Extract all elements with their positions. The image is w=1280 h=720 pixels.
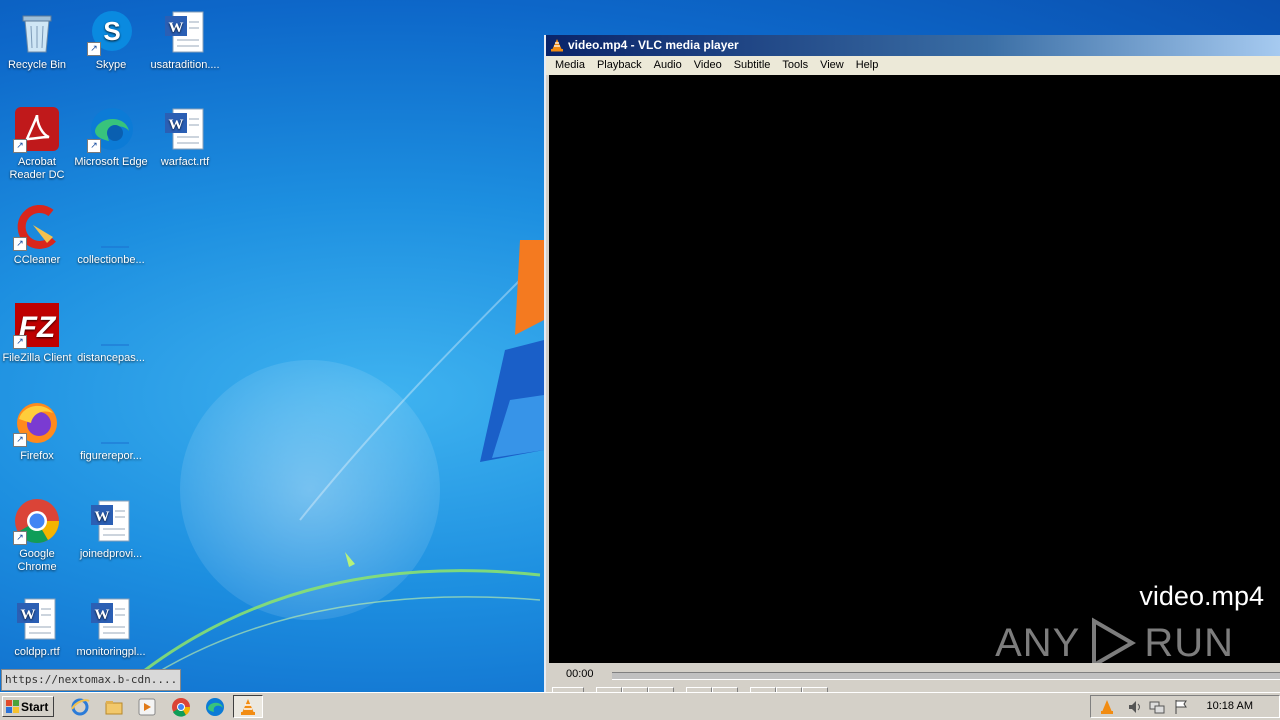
desktop-icon-label: collectionbe... xyxy=(77,254,145,266)
desktop-icon-edge[interactable]: ↗ Microsoft Edge xyxy=(74,105,148,169)
chrome-icon[interactable] xyxy=(171,697,191,717)
menu-view[interactable]: View xyxy=(814,56,850,75)
taskbar: Start 10:18 AM xyxy=(0,692,1280,720)
shortcut-arrow-icon: ↗ xyxy=(87,139,101,153)
windows-logo-icon xyxy=(6,700,19,713)
menu-audio[interactable]: Audio xyxy=(648,56,688,75)
chrome-icon: ↗ xyxy=(13,497,61,545)
start-label: Start xyxy=(21,700,49,714)
url-tooltip: https://nextomax.b-cdn.... xyxy=(1,669,182,691)
desktop-icon-label: Google Chrome xyxy=(17,548,57,573)
svg-text:W: W xyxy=(95,509,110,525)
desktop-icon-label: Acrobat Reader DC xyxy=(9,156,65,181)
taskbar-vlc-button[interactable] xyxy=(233,695,263,718)
desktop-icon-collectionbe[interactable]: collectionbe... xyxy=(74,203,148,267)
desktop-icon-ccleaner[interactable]: ↗ CCleaner xyxy=(0,203,74,267)
desktop-icon-label: Recycle Bin xyxy=(7,59,67,71)
shortcut-arrow-icon: ↗ xyxy=(87,42,101,56)
firefox-icon: ↗ xyxy=(13,399,61,447)
svg-text:W: W xyxy=(169,20,184,36)
shortcut-arrow-icon: ↗ xyxy=(13,335,27,349)
desktop-icon-label: usatradition.... xyxy=(150,59,220,71)
watermark-text-left: ANY xyxy=(995,620,1081,665)
desktop-icon-label: coldpp.rtf xyxy=(14,646,60,658)
start-button[interactable]: Start xyxy=(2,696,54,717)
desktop-icon-label: joinedprovi... xyxy=(79,548,143,560)
svg-text:W: W xyxy=(21,607,36,623)
svg-text:W: W xyxy=(95,607,110,623)
volume-icon[interactable] xyxy=(1127,699,1143,715)
blank-file-icon xyxy=(87,301,135,349)
svg-text:S: S xyxy=(103,16,120,46)
desktop-icon-filezilla[interactable]: FZ ↗ FileZilla Client xyxy=(0,301,74,365)
window-title-bar[interactable]: video.mp4 - VLC media player xyxy=(546,35,1280,56)
word-document-icon: W xyxy=(87,497,135,545)
seek-bar[interactable] xyxy=(612,672,1280,680)
acrobat-reader-icon: ↗ xyxy=(13,105,61,153)
recycle-bin-icon xyxy=(13,8,61,56)
desktop-icon-distancepas[interactable]: distancepas... xyxy=(74,301,148,365)
shortcut-arrow-icon: ↗ xyxy=(13,433,27,447)
window-title: video.mp4 - VLC media player xyxy=(568,38,739,52)
desktop-icon-recycle-bin[interactable]: Recycle Bin xyxy=(0,8,74,72)
desktop-icon-usatradition[interactable]: W usatradition.... xyxy=(148,8,222,72)
desktop-icon-label: Microsoft Edge xyxy=(74,156,148,168)
desktop-icon-warfact[interactable]: W warfact.rtf xyxy=(148,105,222,169)
video-area[interactable]: video.mp4 ANY RUN xyxy=(549,75,1280,669)
menu-bar: Media Playback Audio Video Subtitle Tool… xyxy=(546,56,1280,75)
desktop-icon-figurerepor[interactable]: figurerepor... xyxy=(74,399,148,463)
desktop-icon-joinedprovi[interactable]: W joinedprovi... xyxy=(74,497,148,561)
desktop-icon-label: figurerepor... xyxy=(80,450,142,462)
desktop-icon-label: monitoringpl... xyxy=(76,646,146,658)
menu-playback[interactable]: Playback xyxy=(591,56,648,75)
desktop-icon-skype[interactable]: S ↗ Skype xyxy=(74,8,148,72)
shortcut-arrow-icon: ↗ xyxy=(13,531,27,545)
media-player-icon[interactable] xyxy=(137,697,157,717)
desktop-icon-acrobat[interactable]: ↗ Acrobat Reader DC xyxy=(0,105,74,182)
time-elapsed: 00:00 xyxy=(566,668,594,680)
filezilla-icon: FZ ↗ xyxy=(13,301,61,349)
network-icon[interactable] xyxy=(1149,699,1165,715)
watermark-text-right: RUN xyxy=(1144,620,1234,665)
vlc-tray-icon[interactable] xyxy=(1099,699,1115,715)
word-document-icon: W xyxy=(161,105,209,153)
vlc-icon xyxy=(551,39,563,52)
desktop-icon-chrome[interactable]: ↗ Google Chrome xyxy=(0,497,74,574)
edge-icon[interactable] xyxy=(205,697,225,717)
desktop-icon-label: Skype xyxy=(95,59,127,71)
shortcut-arrow-icon: ↗ xyxy=(13,237,27,251)
svg-text:W: W xyxy=(169,117,184,133)
menu-media[interactable]: Media xyxy=(549,56,591,75)
desktop-icon-label: FileZilla Client xyxy=(2,352,72,364)
playback-controls: 00:00 xyxy=(546,663,1280,694)
desktop-icon-label: Firefox xyxy=(20,450,54,462)
menu-help[interactable]: Help xyxy=(850,56,885,75)
desktop-icon-label: warfact.rtf xyxy=(160,156,210,168)
desktop-icon-label: CCleaner xyxy=(13,254,61,266)
file-explorer-icon[interactable] xyxy=(104,697,124,717)
menu-tools[interactable]: Tools xyxy=(776,56,814,75)
desktop-icon-monitoringpl[interactable]: W monitoringpl... xyxy=(74,595,148,659)
ccleaner-icon: ↗ xyxy=(13,203,61,251)
desktop-icon-label: distancepas... xyxy=(77,352,145,364)
word-document-icon: W xyxy=(87,595,135,643)
blank-file-icon xyxy=(87,399,135,447)
vlc-icon xyxy=(241,699,255,715)
shortcut-arrow-icon: ↗ xyxy=(13,139,27,153)
edge-icon: ↗ xyxy=(87,105,135,153)
word-document-icon: W xyxy=(13,595,61,643)
flag-icon[interactable] xyxy=(1173,699,1189,715)
vlc-window[interactable]: video.mp4 - VLC media player Media Playb… xyxy=(544,35,1280,694)
skype-icon: S ↗ xyxy=(87,8,135,56)
desktop-icon-firefox[interactable]: ↗ Firefox xyxy=(0,399,74,463)
menu-subtitle[interactable]: Subtitle xyxy=(728,56,777,75)
system-tray: 10:18 AM xyxy=(1090,695,1280,718)
desktop-icon-coldpp[interactable]: W coldpp.rtf xyxy=(0,595,74,659)
word-document-icon: W xyxy=(161,8,209,56)
video-filename-overlay: video.mp4 xyxy=(1139,581,1264,611)
blank-file-icon xyxy=(87,203,135,251)
clock[interactable]: 10:18 AM xyxy=(1207,696,1253,717)
internet-explorer-icon[interactable] xyxy=(70,697,90,717)
menu-video[interactable]: Video xyxy=(688,56,728,75)
